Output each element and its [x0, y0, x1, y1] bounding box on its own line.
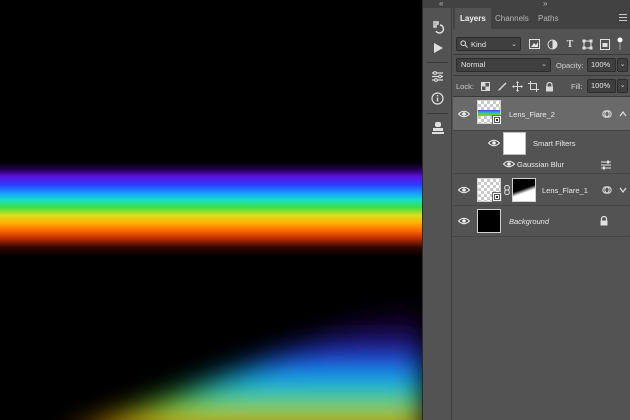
- panel-toolstrip: [423, 8, 452, 420]
- history-icon[interactable]: [429, 18, 446, 35]
- lock-all-icon[interactable]: [544, 81, 555, 92]
- blend-mode-select[interactable]: Normal ⌄: [456, 58, 551, 72]
- dock-header: « »: [423, 0, 630, 8]
- visibility-eye-icon[interactable]: [503, 160, 515, 168]
- search-icon: [460, 40, 468, 48]
- chain-link-icon[interactable]: [504, 185, 510, 195]
- filter-kind-label: Kind: [471, 39, 487, 49]
- chevron-up-icon[interactable]: [618, 109, 628, 119]
- info-icon[interactable]: [429, 90, 446, 107]
- chevron-down-icon: ⌄: [541, 61, 547, 68]
- layer-row-lens-flare-2[interactable]: Lens_Flare_2: [453, 97, 630, 131]
- lock-label: Lock:: [456, 82, 474, 91]
- document-canvas[interactable]: [0, 0, 422, 420]
- layer-row-background[interactable]: Background: [453, 206, 630, 237]
- smart-filters-row[interactable]: Smart Filters: [453, 131, 630, 155]
- smart-filter-indicator-icon: [602, 186, 612, 194]
- filter-toggle-icon[interactable]: [617, 37, 623, 51]
- chevron-down-icon: ⌄: [511, 41, 517, 48]
- layer-name[interactable]: Lens_Flare_1: [542, 186, 588, 195]
- layer-name[interactable]: Background: [509, 217, 549, 226]
- visibility-eye-icon[interactable]: [458, 186, 470, 194]
- fill-slider-toggle[interactable]: ⌄: [617, 79, 628, 93]
- clone-source-icon[interactable]: [429, 119, 446, 136]
- layer-row-lens-flare-1[interactable]: Lens_Flare_1: [453, 174, 630, 206]
- filter-mask-thumbnail[interactable]: [503, 132, 526, 155]
- opacity-slider-toggle[interactable]: ⌄: [617, 58, 628, 72]
- panel-tabs: Layers Channels Paths: [453, 8, 630, 29]
- lock-icon[interactable]: [599, 216, 609, 226]
- tab-paths[interactable]: Paths: [533, 8, 563, 29]
- smart-object-filter-icon[interactable]: [599, 38, 611, 50]
- filter-blending-options-icon[interactable]: [601, 160, 611, 170]
- layer-mask-thumbnail[interactable]: [512, 178, 536, 202]
- smart-object-badge-icon: [492, 192, 502, 202]
- lock-transparent-icon[interactable]: [480, 81, 491, 92]
- fill-label: Fill:: [571, 82, 583, 91]
- pixel-filter-icon[interactable]: [528, 38, 540, 50]
- visibility-eye-icon[interactable]: [488, 139, 500, 147]
- smart-filters-label: Smart Filters: [533, 139, 576, 148]
- layer-thumbnail: [477, 209, 501, 233]
- filter-kind-select[interactable]: Kind ⌄: [456, 37, 521, 51]
- play-action-icon[interactable]: [429, 39, 446, 56]
- layers-panel: Layers Channels Paths Kind ⌄ T Normal ⌄ …: [453, 8, 630, 420]
- diagonal-lens-flare: [111, 300, 422, 420]
- adjustment-filter-icon[interactable]: [546, 38, 558, 50]
- fill-field[interactable]: 100%: [587, 79, 616, 93]
- panel-dock: « » Layers Channels Paths Kind ⌄ T Norma…: [422, 0, 630, 420]
- filter-name: Gaussian Blur: [517, 160, 565, 169]
- lock-position-icon[interactable]: [512, 81, 523, 92]
- smart-filter-indicator-icon: [602, 110, 612, 118]
- opacity-field[interactable]: 100%: [587, 58, 616, 72]
- adjustments-icon[interactable]: [429, 68, 446, 85]
- collapse-toolstrip-icon[interactable]: «: [439, 0, 444, 8]
- tab-layers[interactable]: Layers: [455, 8, 491, 29]
- panel-menu-icon[interactable]: [619, 14, 627, 23]
- shape-filter-icon[interactable]: [581, 38, 593, 50]
- visibility-eye-icon[interactable]: [458, 110, 470, 118]
- blend-mode-label: Normal: [461, 60, 486, 69]
- collapse-panels-icon[interactable]: »: [543, 0, 548, 8]
- filter-row-gaussian-blur[interactable]: Gaussian Blur: [453, 155, 630, 174]
- lock-paint-icon[interactable]: [496, 81, 507, 92]
- tab-channels[interactable]: Channels: [490, 8, 534, 29]
- type-filter-icon[interactable]: T: [564, 38, 576, 50]
- visibility-eye-icon[interactable]: [458, 217, 470, 225]
- smart-object-badge-icon: [492, 115, 502, 125]
- chevron-down-icon[interactable]: [618, 185, 628, 195]
- layer-name[interactable]: Lens_Flare_2: [509, 110, 555, 119]
- opacity-label: Opacity:: [556, 61, 584, 70]
- lock-artboard-icon[interactable]: [528, 81, 539, 92]
